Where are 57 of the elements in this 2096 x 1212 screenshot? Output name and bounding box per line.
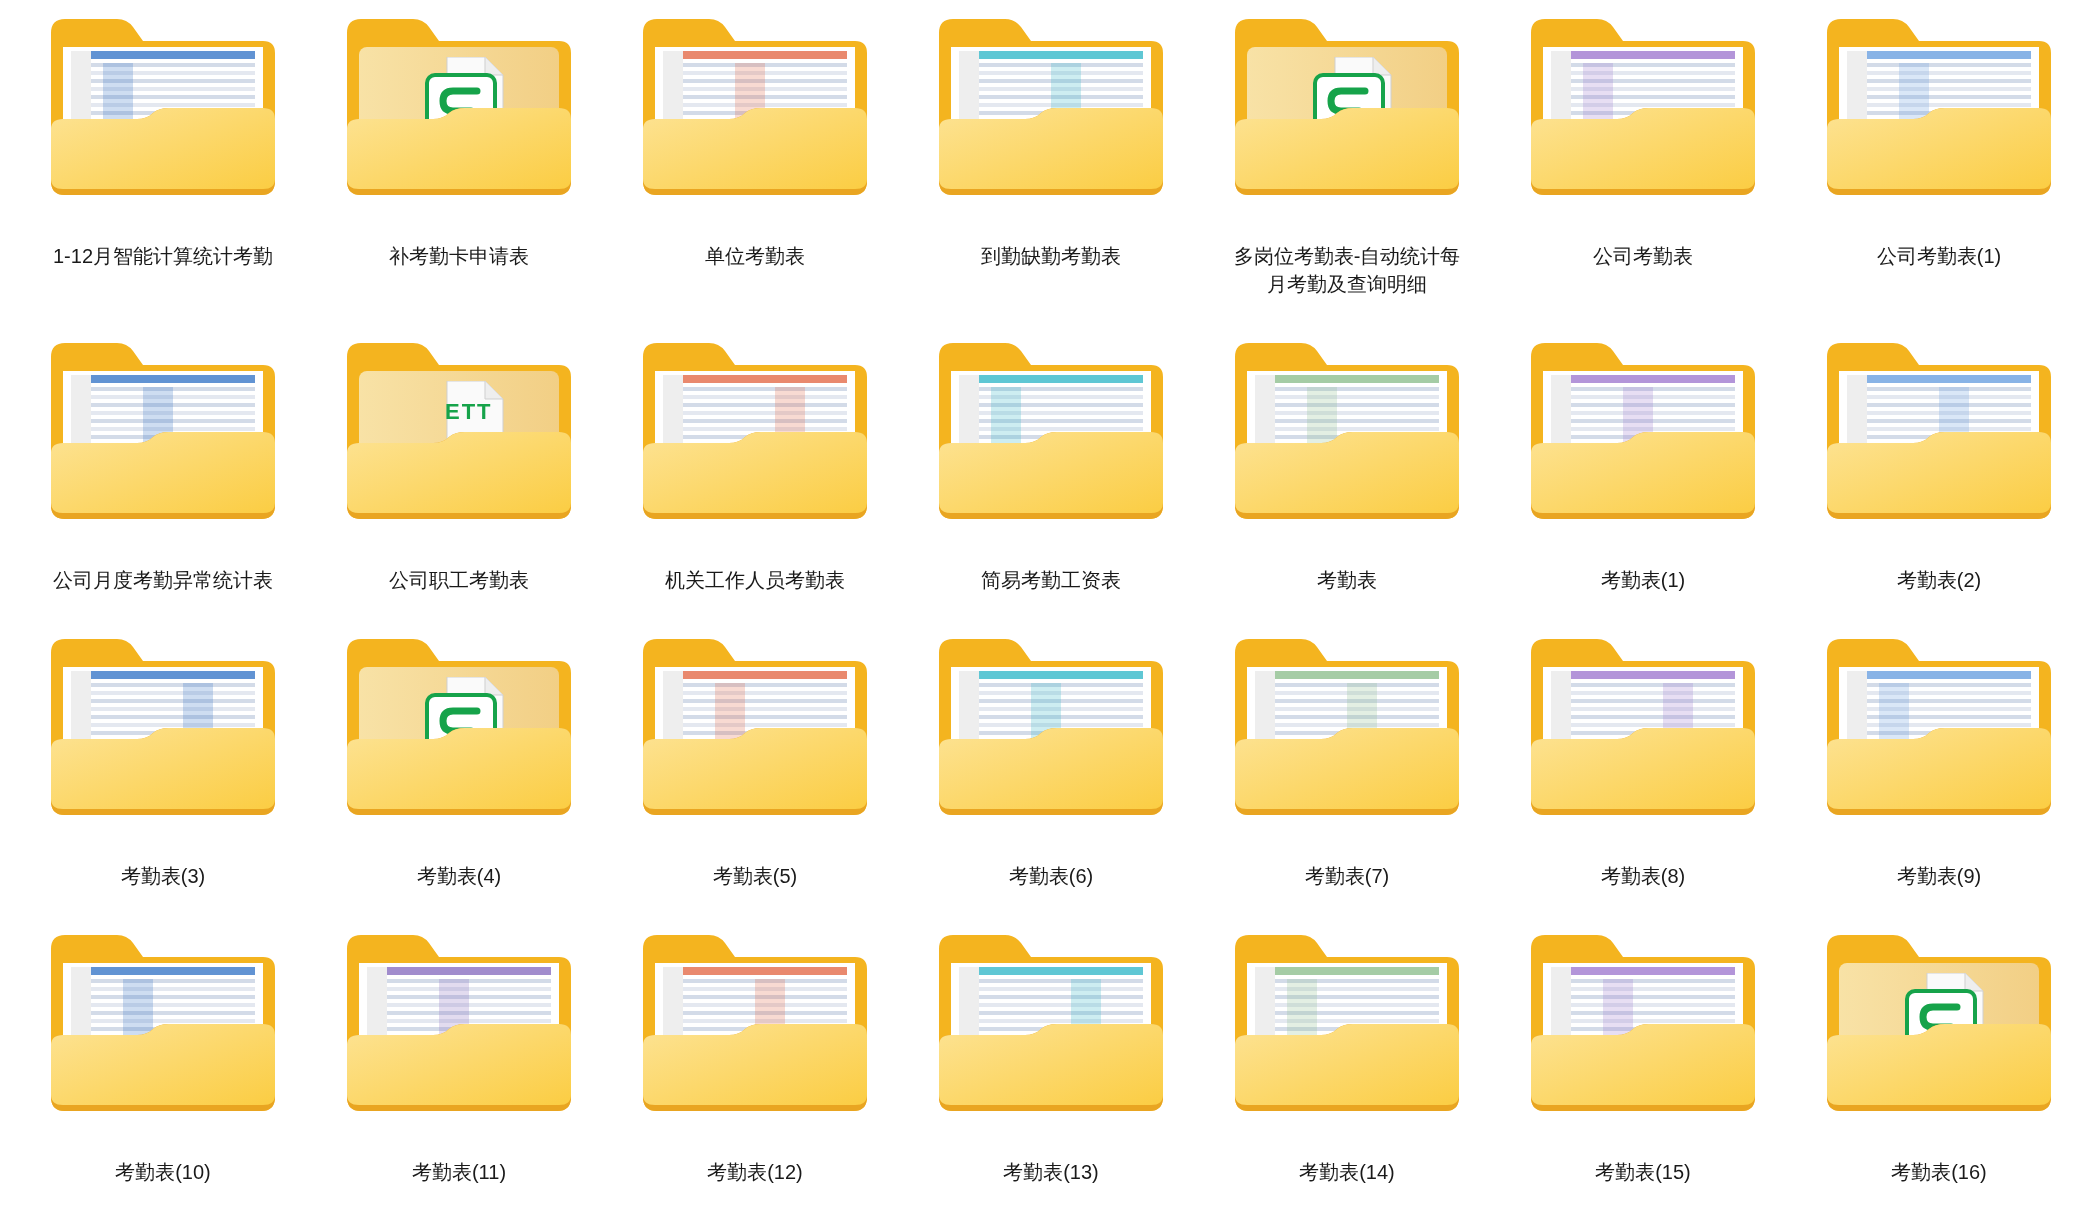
folder-item[interactable]: 考勤表(8) [1495, 620, 1791, 916]
folder-item[interactable]: 考勤表(16) [1791, 916, 2087, 1212]
folder-name: 考勤表(12) [706, 1160, 804, 1185]
folder-item[interactable]: 考勤表(5) [607, 620, 903, 916]
folder-item[interactable]: 公司考勤表 [1495, 0, 1791, 324]
folder-item[interactable]: 考勤表(15) [1495, 916, 1791, 1212]
folder-name: 考勤表(6) [1007, 864, 1095, 889]
folder-name: 考勤表(14) [1298, 1160, 1396, 1185]
folder-name: 单位考勤表 [704, 244, 806, 269]
folder-name: 考勤表(15) [1594, 1160, 1692, 1185]
folder-item[interactable]: 考勤表(3) [15, 620, 311, 916]
folder-name: 机关工作人员考勤表 [664, 568, 846, 593]
folder-item[interactable]: 考勤表(6) [903, 620, 1199, 916]
folder-name: 补考勤卡申请表 [388, 244, 530, 269]
folder-item[interactable]: 考勤表(11) [311, 916, 607, 1212]
folder-item[interactable]: 考勤表(4) [311, 620, 607, 916]
icon-label: ETT [445, 401, 493, 423]
folder-item[interactable]: 考勤表(14) [1199, 916, 1495, 1212]
folder-item[interactable]: 公司考勤表(1) [1791, 0, 2087, 324]
folder-item[interactable]: 1-12月智能计算统计考勤 [15, 0, 311, 324]
folder-item[interactable]: 考勤表 [1199, 324, 1495, 620]
folder-name: 考勤表(2) [1895, 568, 1983, 593]
folder-name: 考勤表(1) [1599, 568, 1687, 593]
folder-name: 考勤表(7) [1303, 864, 1391, 889]
folder-name: 考勤表(8) [1599, 864, 1687, 889]
folder-name: 公司职工考勤表 [388, 568, 530, 593]
folder-name: 考勤表(4) [415, 864, 503, 889]
folder-name: 考勤表(11) [410, 1160, 508, 1185]
folder-name: 公司月度考勤异常统计表 [52, 568, 274, 593]
folder-name: 公司考勤表 [1592, 244, 1694, 269]
folder-name: 考勤表 [1316, 568, 1378, 593]
folder-item[interactable]: 简易考勤工资表 [903, 324, 1199, 620]
folder-item[interactable]: 多岗位考勤表-自动统计每月考勤及查询明细 [1199, 0, 1495, 324]
folder-name: 考勤表(13) [1002, 1160, 1100, 1185]
folder-name: 考勤表(3) [119, 864, 207, 889]
folder-name: 到勤缺勤考勤表 [980, 244, 1122, 269]
folder-item[interactable]: 考勤表(10) [15, 916, 311, 1212]
folder-item[interactable]: 考勤表(9) [1791, 620, 2087, 916]
folder-item[interactable]: 机关工作人员考勤表 [607, 324, 903, 620]
folder-name: 多岗位考勤表-自动统计每月考勤及查询明细 [1232, 244, 1462, 297]
folder-item[interactable]: 公司月度考勤异常统计表 [15, 324, 311, 620]
folder-item[interactable]: 到勤缺勤考勤表 [903, 0, 1199, 324]
folder-name: 简易考勤工资表 [980, 568, 1122, 593]
folder-name: 1-12月智能计算统计考勤 [52, 244, 274, 269]
folder-item[interactable]: 单位考勤表 [607, 0, 903, 324]
folder-name: 考勤表(9) [1895, 864, 1983, 889]
folder-name: 考勤表(16) [1890, 1160, 1988, 1185]
folder-item[interactable]: 考勤表(1) [1495, 324, 1791, 620]
folder-name: 考勤表(5) [711, 864, 799, 889]
folder-name: 考勤表(10) [114, 1160, 212, 1185]
folder-item[interactable]: 考勤表(7) [1199, 620, 1495, 916]
folder-item[interactable]: 考勤表(13) [903, 916, 1199, 1212]
folder-item[interactable]: 补考勤卡申请表 [311, 0, 607, 324]
folder-name: 公司考勤表(1) [1875, 244, 2003, 269]
folder-item[interactable]: 考勤表(2) [1791, 324, 2087, 620]
folder-item[interactable]: 考勤表(12) [607, 916, 903, 1212]
folder-item[interactable]: ETT 公司职工考勤表 [311, 324, 607, 620]
